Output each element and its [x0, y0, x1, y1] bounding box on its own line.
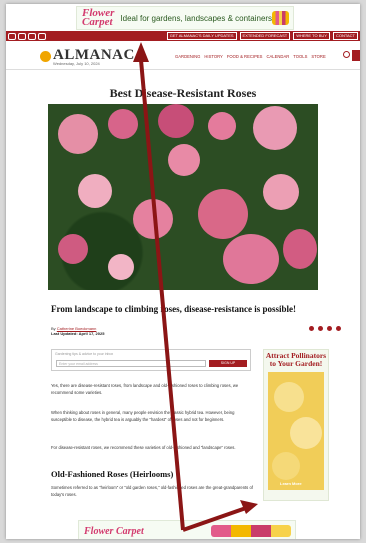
arrowhead-bottom: [240, 500, 258, 514]
annotation-arrow-top: [139, 59, 185, 531]
arrowhead-top: [133, 42, 149, 62]
annotation-arrows: [133, 42, 258, 532]
annotation-arrow-bottom: [182, 506, 247, 532]
